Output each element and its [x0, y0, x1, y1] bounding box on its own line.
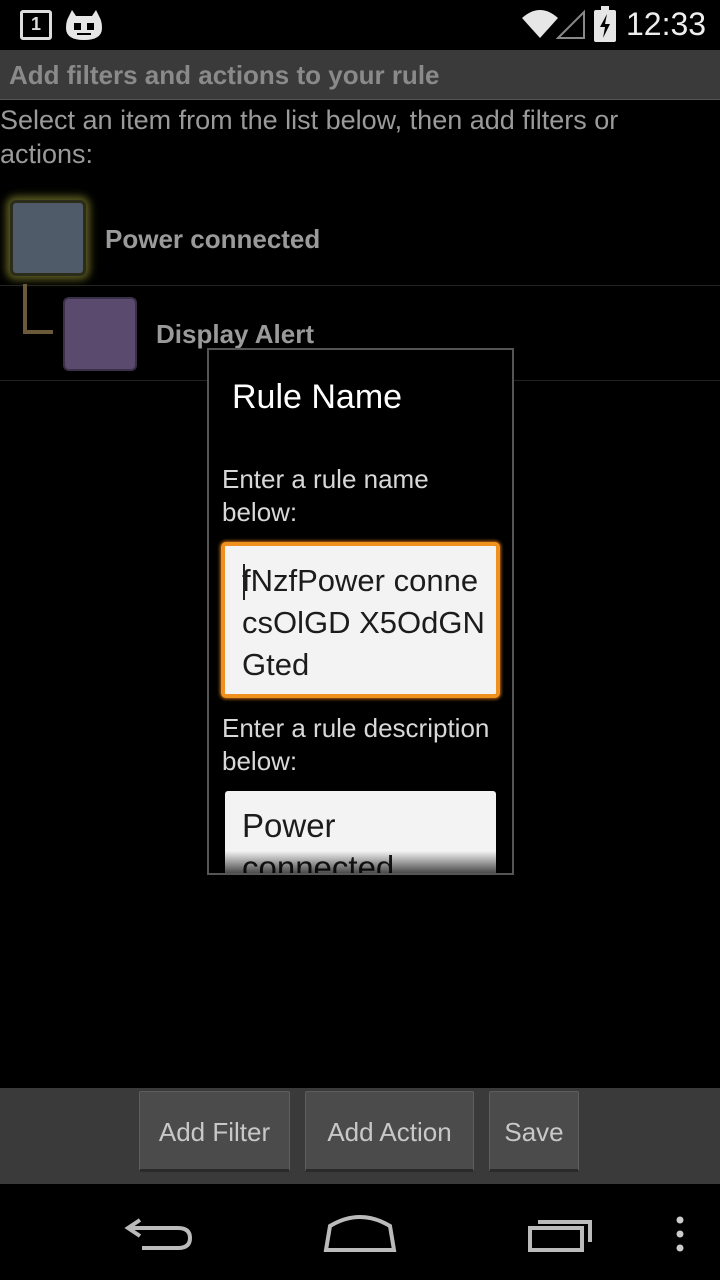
back-icon[interactable]	[120, 1204, 200, 1260]
rule-item-power-connected[interactable]: Power connected	[0, 190, 720, 286]
action-color-swatch	[63, 297, 137, 371]
title-bar: Add filters and actions to your rule	[0, 50, 720, 100]
rule-name-prompt: Enter a rule name below:	[222, 464, 429, 527]
scroll-fade	[225, 851, 496, 873]
wifi-icon	[522, 10, 558, 38]
add-action-button[interactable]: Add Action	[305, 1091, 474, 1172]
recents-icon[interactable]	[522, 1204, 602, 1260]
page-title: Add filters and actions to your rule	[9, 60, 440, 90]
add-filter-button[interactable]: Add Filter	[139, 1091, 290, 1172]
rule-name-input[interactable]: fNzfPower connecsOlGD X5OdGNGted	[221, 542, 500, 698]
rule-name-value: fNzfPower connecsOlGD X5OdGNGted	[242, 563, 485, 682]
save-button[interactable]: Save	[489, 1091, 579, 1172]
overflow-menu-icon[interactable]	[668, 1204, 692, 1260]
rule-item-label: Display Alert	[156, 319, 314, 349]
instruction-text: Select an item from the list below, then…	[0, 105, 619, 169]
rule-description-prompt: Enter a rule description below:	[222, 713, 490, 776]
clock: 12:33	[626, 6, 707, 42]
rule-name-dialog: Rule Name Enter a rule name below: fNzfP…	[207, 348, 514, 875]
notification-count-icon: 1	[20, 10, 52, 40]
tree-connector	[23, 284, 53, 334]
trigger-color-swatch	[10, 200, 86, 276]
cyanogenmod-icon	[66, 10, 102, 40]
rule-description-input[interactable]: Power connected	[225, 791, 496, 873]
battery-charging-icon	[594, 6, 616, 42]
home-icon[interactable]	[320, 1204, 400, 1260]
button-bar: Add Filter Add Action Save	[0, 1088, 720, 1184]
dialog-title: Rule Name	[232, 378, 403, 416]
signal-icon	[556, 9, 585, 39]
status-bar: 1 12:33	[0, 0, 720, 50]
navigation-bar	[0, 1184, 720, 1280]
notification-count: 1	[30, 14, 41, 34]
rule-item-label: Power connected	[105, 224, 321, 254]
